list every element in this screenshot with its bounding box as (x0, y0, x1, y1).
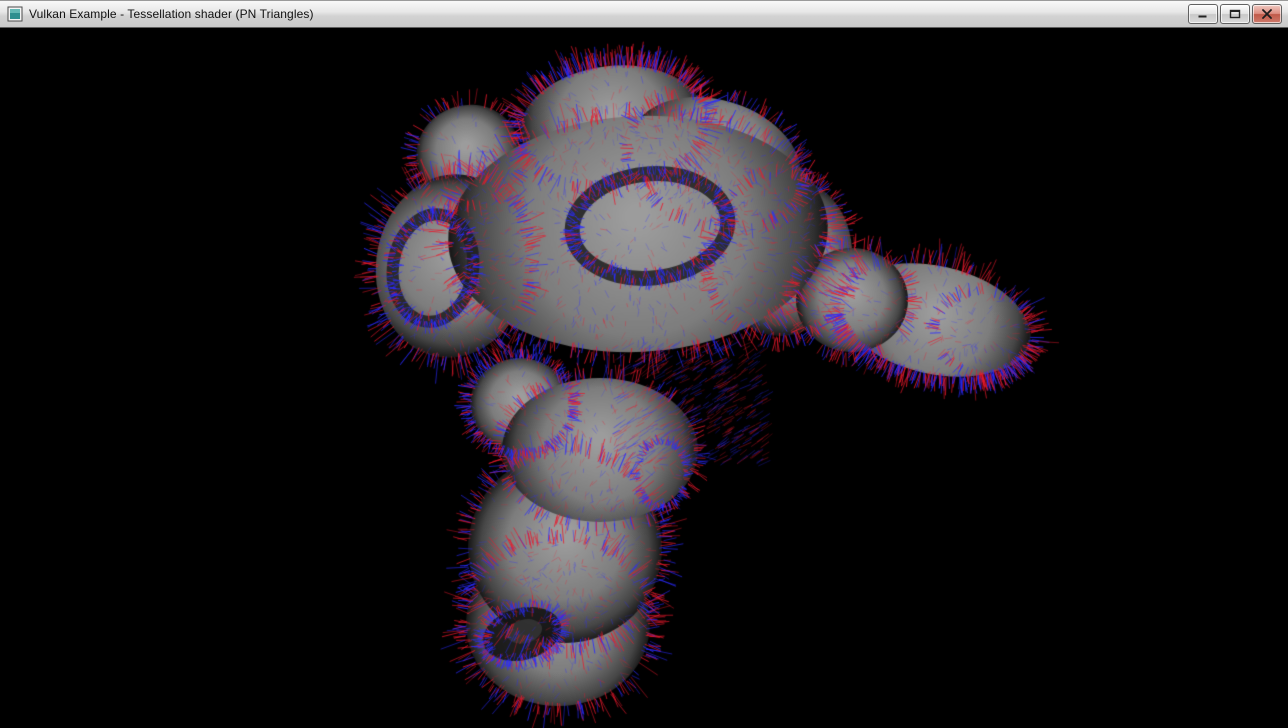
render-area (0, 28, 1288, 728)
minimize-icon (1197, 9, 1209, 19)
maximize-icon (1229, 9, 1241, 19)
window-controls (1188, 4, 1282, 24)
minimize-button[interactable] (1188, 4, 1218, 24)
app-icon-glyph (7, 6, 23, 22)
maximize-button[interactable] (1220, 4, 1250, 24)
close-icon (1261, 9, 1273, 19)
app-window: Vulkan Example - Tessellation shader (PN… (0, 0, 1288, 728)
close-button[interactable] (1252, 4, 1282, 24)
titlebar[interactable]: Vulkan Example - Tessellation shader (PN… (0, 0, 1288, 28)
render-viewport[interactable] (0, 28, 1288, 728)
app-icon[interactable] (7, 6, 23, 22)
window-title: Vulkan Example - Tessellation shader (PN… (29, 7, 314, 21)
